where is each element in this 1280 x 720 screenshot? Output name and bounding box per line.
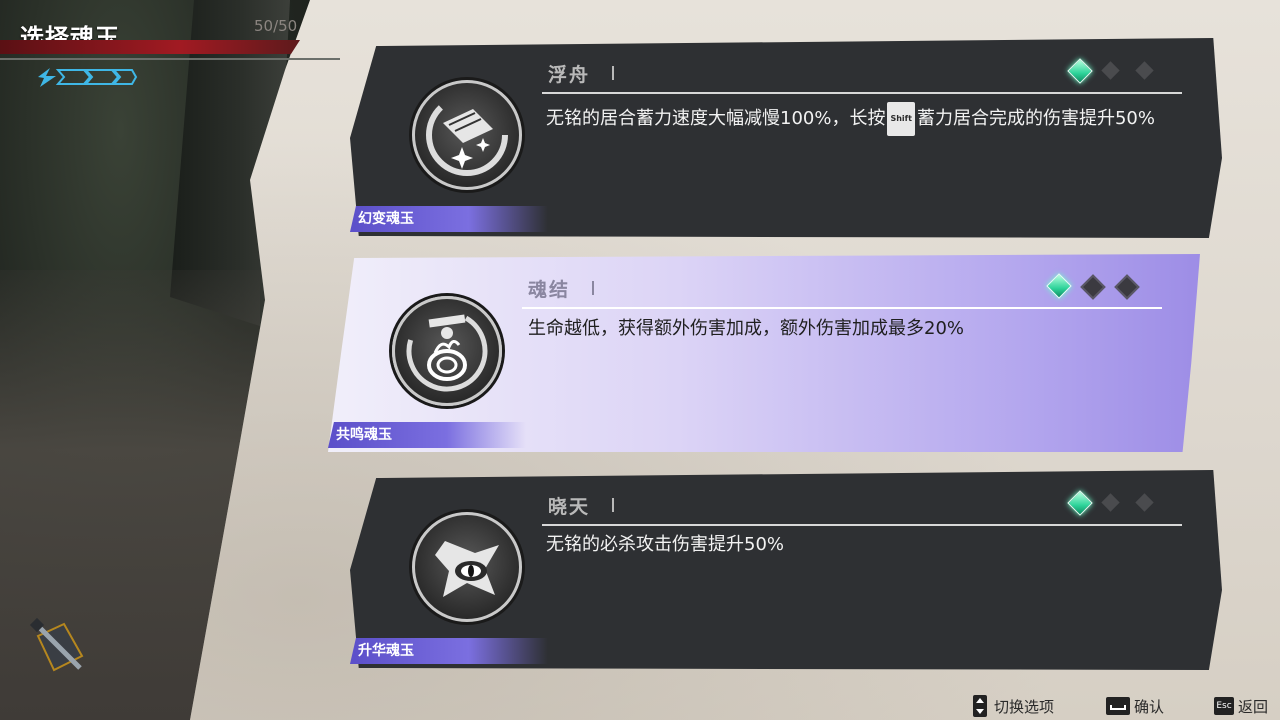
- back-hint[interactable]: 返回: [1238, 696, 1268, 717]
- star-eye-icon: [412, 512, 522, 622]
- soul-jade-card-1[interactable]: 浮舟 无铭的居合蓄力速度大幅减慢100%，长按 Shift 蓄力居合完成的伤害提升5…: [350, 38, 1222, 238]
- hud-divider: [0, 58, 340, 60]
- space-key-icon: [1106, 697, 1130, 715]
- card-divider: [542, 92, 1182, 94]
- card-description: 生命越低，获得额外伤害加成，额外伤害加成最多20%: [528, 318, 965, 339]
- hp-text: 50/50: [254, 17, 298, 35]
- card-divider: [542, 524, 1182, 526]
- desc-part-1: 无铭的居合蓄力速度大幅减慢100%，长按: [546, 108, 886, 129]
- esc-key-icon: Esc: [1214, 697, 1234, 715]
- soul-jade-card-3[interactable]: 晓天 无铭的必杀攻击伤害提升50% 升华魂玉: [350, 470, 1222, 670]
- shift-key-icon: Shift: [887, 102, 915, 136]
- category-tag: 幻变魂玉: [350, 206, 548, 232]
- category-tag: 升华魂玉: [350, 638, 548, 664]
- card-name: 晓天: [548, 496, 591, 518]
- soul-jade-card-2-selected[interactable]: 魂结 生命越低，获得额外伤害加成，额外伤害加成最多20% 共鸣魂玉: [328, 254, 1200, 452]
- hp-bar: [0, 40, 300, 54]
- flame-knot-icon: [392, 296, 502, 406]
- desc-part-2: 蓄力居合完成的伤害提升50%: [916, 108, 1155, 129]
- tier-marker: [612, 66, 614, 80]
- confirm-hint[interactable]: 确认: [1134, 696, 1164, 717]
- switch-option-hint[interactable]: 切换选项: [994, 696, 1054, 717]
- tier-marker: [592, 281, 594, 295]
- card-name: 魂结: [528, 279, 571, 301]
- card-description: 无铭的必杀攻击伤害提升50%: [546, 534, 785, 555]
- equipped-weapon-icon: [29, 617, 84, 672]
- boat-icon: [412, 80, 522, 190]
- tier-marker: [612, 498, 614, 512]
- card-divider: [522, 307, 1162, 309]
- energy-gauge-icon: [38, 68, 138, 87]
- category-tag: 共鸣魂玉: [328, 422, 526, 448]
- card-description: 无铭的居合蓄力速度大幅减慢100%，长按 Shift 蓄力居合完成的伤害提升50%: [546, 102, 1166, 136]
- up-down-arrows-icon: [973, 695, 987, 717]
- card-name: 浮舟: [548, 64, 591, 86]
